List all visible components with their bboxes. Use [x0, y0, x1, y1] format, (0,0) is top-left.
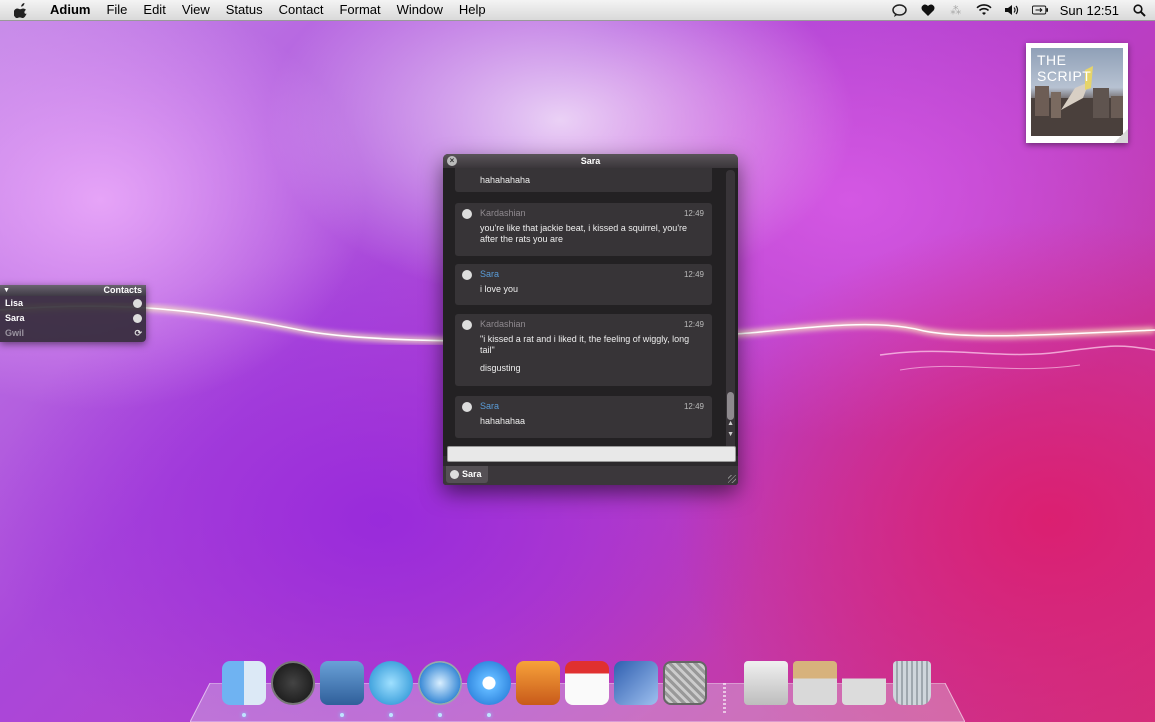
message-bubble: Sara 12:49 hahahahaa — [455, 396, 712, 438]
message-sender: Sara — [480, 401, 500, 411]
message-bubble: Kardashian 12:49 you're like that jackie… — [455, 203, 712, 256]
scroll-down-arrow-icon[interactable]: ▼ — [727, 431, 734, 438]
available-status-icon — [450, 470, 459, 479]
menu-adium[interactable]: Adium — [42, 0, 98, 20]
chat-title-bar[interactable]: × Sara — [443, 154, 738, 168]
apple-icon[interactable] — [14, 2, 28, 18]
tab-label: Sara — [462, 469, 482, 479]
menu-status[interactable]: Status — [218, 0, 271, 20]
volume-icon[interactable] — [1004, 2, 1020, 18]
contact-status-icon — [462, 270, 472, 280]
available-status-icon — [133, 314, 142, 323]
trash-icon[interactable] — [893, 661, 931, 705]
menu-file[interactable]: File — [98, 0, 135, 20]
menu-view[interactable]: View — [174, 0, 218, 20]
menubar-clock[interactable]: Sun 12:51 — [1060, 3, 1119, 18]
message-text: hahahahaha — [480, 175, 531, 185]
available-status-icon — [133, 299, 142, 308]
disclosure-triangle-icon[interactable]: ▼ — [3, 285, 10, 296]
menu-format[interactable]: Format — [331, 0, 388, 20]
message-text: disgusting — [480, 363, 521, 373]
message-timestamp: 12:49 — [683, 320, 704, 329]
message-bubble: hahahahaha — [455, 168, 712, 192]
iphoto-icon[interactable] — [516, 661, 560, 705]
system-preferences-icon[interactable] — [663, 661, 707, 705]
dashboard-icon[interactable] — [271, 661, 315, 705]
message-sender: Kardashian — [480, 319, 526, 329]
adium-status-icon[interactable] — [892, 2, 908, 18]
contacts-group-header[interactable]: ▼ Contacts — [0, 285, 146, 296]
battery-icon[interactable] — [1031, 2, 1048, 18]
menu-contact[interactable]: Contact — [271, 0, 332, 20]
contact-status-icon — [462, 320, 472, 330]
applications-stack-icon[interactable] — [793, 661, 837, 705]
menu-window[interactable]: Window — [389, 0, 451, 20]
word-icon[interactable] — [614, 661, 658, 705]
downloads-stack-icon[interactable] — [842, 661, 886, 705]
message-timestamp: 12:49 — [683, 402, 704, 411]
album-title: THE SCRIPT — [1037, 52, 1092, 84]
close-icon[interactable]: × — [447, 156, 457, 166]
message-input[interactable] — [447, 446, 736, 462]
contacts-list-window: ▼ Contacts Lisa Sara Gwil ⟳ — [0, 285, 146, 342]
message-sender: Sara — [480, 269, 500, 279]
message-sender: Kardashian — [480, 208, 526, 218]
adium-icon[interactable] — [369, 661, 413, 705]
heart-icon[interactable] — [920, 2, 936, 18]
message-bubble: Sara 12:49 i love you — [455, 264, 712, 305]
contact-item-sara[interactable]: Sara — [0, 311, 146, 326]
scroll-up-arrow-icon[interactable]: ▲ — [727, 420, 734, 427]
chat-title: Sara — [580, 156, 601, 166]
chat-window: × Sara hahahahaha Kardashian 12:49 you'r… — [443, 154, 738, 485]
mail-icon[interactable] — [320, 661, 364, 705]
status-menu-area: ⁂ Sun 12:51 — [892, 0, 1147, 20]
running-indicator — [438, 713, 442, 717]
running-indicator — [487, 713, 491, 717]
idle-status-icon: ⟳ — [134, 328, 142, 338]
message-transcript[interactable]: hahahahaha Kardashian 12:49 you're like … — [443, 168, 738, 456]
contact-name: Sara — [5, 313, 25, 323]
ical-icon[interactable] — [565, 661, 609, 705]
resize-grip[interactable] — [728, 475, 736, 483]
running-indicator — [389, 713, 393, 717]
page-curl — [1114, 129, 1128, 143]
tab-sara[interactable]: Sara — [446, 466, 488, 483]
menu-bar: Adium File Edit View Status Contact Form… — [0, 0, 1155, 21]
message-text: "i kissed a rat and i liked it, the feel… — [480, 334, 690, 355]
album-cover-image: THE SCRIPT — [1031, 48, 1123, 136]
message-text: you're like that jackie beat, i kissed a… — [480, 223, 688, 244]
message-timestamp: 12:49 — [683, 270, 704, 279]
contact-name: Lisa — [5, 298, 24, 308]
documents-stack-icon[interactable] — [744, 661, 788, 705]
message-text: hahahahaa — [480, 416, 526, 426]
transcript-scrollbar[interactable] — [726, 170, 735, 454]
contact-status-icon — [462, 402, 472, 412]
menu-help[interactable]: Help — [451, 0, 494, 20]
message-timestamp: 12:49 — [683, 209, 704, 218]
chat-tab-bar: Sara — [443, 466, 738, 485]
message-text: i love you — [480, 284, 519, 294]
contact-item-gwil[interactable]: Gwil ⟳ — [0, 326, 146, 341]
running-indicator — [242, 713, 246, 717]
menu-edit[interactable]: Edit — [135, 0, 173, 20]
contact-status-icon — [462, 209, 472, 219]
itunes-icon[interactable] — [467, 661, 511, 705]
dock-separator — [723, 683, 726, 715]
bluetooth-icon[interactable]: ⁂ — [948, 2, 964, 18]
album-art-widget[interactable]: THE SCRIPT — [1026, 43, 1128, 143]
spotlight-search-icon[interactable] — [1131, 2, 1147, 18]
message-bubble: Kardashian 12:49 "i kissed a rat and i l… — [455, 314, 712, 386]
scrollbar-thumb[interactable] — [727, 392, 734, 420]
contact-item-lisa[interactable]: Lisa — [0, 296, 146, 311]
finder-icon[interactable] — [222, 661, 266, 705]
contacts-group-title: Contacts — [103, 285, 142, 295]
safari-icon[interactable] — [418, 661, 462, 705]
wifi-icon[interactable] — [976, 2, 992, 18]
running-indicator — [340, 713, 344, 717]
dock — [210, 657, 950, 717]
contact-name: Gwil — [5, 328, 25, 338]
